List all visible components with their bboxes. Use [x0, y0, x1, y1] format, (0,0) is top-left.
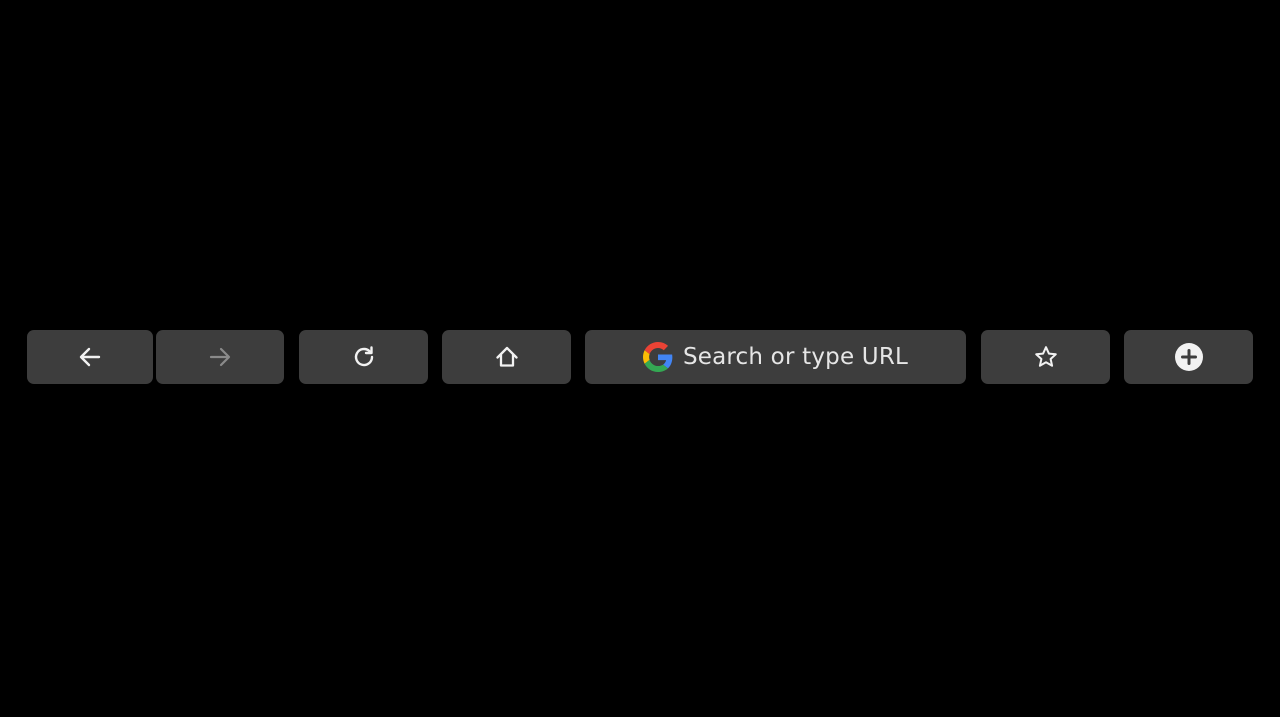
reload-icon: [354, 346, 373, 367]
forward-button[interactable]: [156, 330, 284, 384]
google-g-icon: [642, 342, 673, 372]
search-or-url-button[interactable]: Search or type URL: [585, 330, 966, 384]
new-tab-button[interactable]: [1124, 330, 1253, 384]
star-icon: [1034, 346, 1057, 367]
home-button[interactable]: [442, 330, 571, 384]
arrow-right-icon: [209, 347, 231, 367]
arrow-left-icon: [79, 347, 101, 367]
home-icon: [495, 346, 518, 367]
touch-bar: Search or type URL: [27, 330, 1253, 384]
reload-button[interactable]: [299, 330, 428, 384]
search-label: Search or type URL: [682, 344, 909, 370]
plus-circle-icon: [1174, 343, 1203, 371]
back-button[interactable]: [27, 330, 153, 384]
bookmark-button[interactable]: [981, 330, 1110, 384]
